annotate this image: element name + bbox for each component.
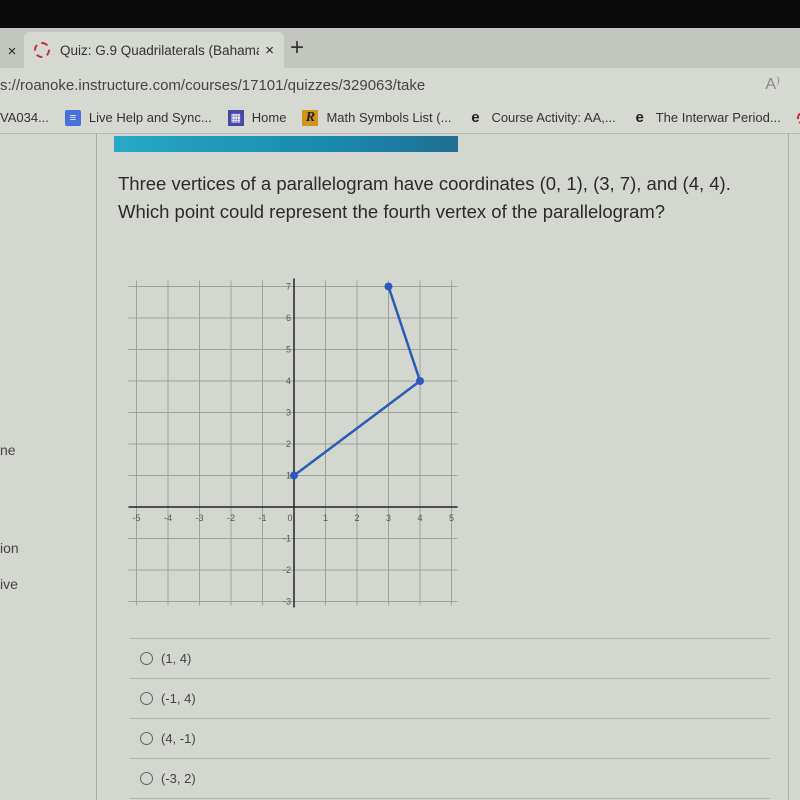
nav-item[interactable]: ion [0,540,19,556]
bookmark-interwar-period[interactable]: e The Interwar Period... [632,109,781,126]
divider [96,134,97,800]
bookmark-live-help[interactable]: ≡ Live Help and Sync... [64,109,212,126]
bookmark-label: VA034... [0,110,49,125]
radio-button[interactable] [140,732,153,745]
bookmark-label: Math Symbols List (... [326,110,452,125]
y-tick-label: 7 [286,282,291,292]
question-line: Which point could represent the fourth v… [118,201,666,222]
radio-button[interactable] [140,652,153,665]
bookmark-label: Live Help and Sync... [88,110,212,125]
bookmark-math-symbols[interactable]: R Math Symbols List (... [302,109,452,126]
y-tick-label: 6 [286,313,291,323]
r-icon: R [302,109,319,126]
bookmark-label: Home [251,110,287,125]
home-icon: ▦ [227,109,244,126]
x-tick-label: 0 [287,513,292,523]
y-tick-label: -1 [283,534,291,544]
y-tick-label: -3 [283,597,291,607]
coordinate-graph: -5 -4 -3 -2 -1 0 1 2 3 4 57654321-1-2-3 [128,278,458,608]
x-tick-label: -4 [164,513,172,523]
question-text: Three vertices of a parallelogram have c… [118,170,778,226]
vertex-point [416,377,424,385]
new-tab-button[interactable]: + [290,34,304,62]
y-tick-label: 4 [286,376,291,386]
x-tick-label: 5 [449,513,454,523]
vertex-point [290,471,298,480]
question-line: Three vertices of a parallelogram have c… [118,173,731,194]
radio-button[interactable] [140,692,153,705]
edge-icon: e [471,109,480,126]
y-tick-label: -2 [283,565,291,575]
close-tab-icon[interactable]: × [265,42,274,59]
x-tick-label: -1 [258,513,266,523]
bookmark-va034[interactable]: VA034... [0,110,49,125]
option-label: (1, 4) [161,651,192,666]
x-tick-label: -5 [132,513,140,523]
bookmark-course-activity[interactable]: e Course Activity: AA,... [467,109,616,126]
active-tab[interactable]: Quiz: G.9 Quadrilaterals (Bahama × [24,32,284,68]
radio-button[interactable] [140,772,153,785]
bookmark-home[interactable]: ▦ Home [227,109,287,126]
nav-item[interactable]: ive [0,576,18,592]
bookmark-label: The Interwar Period... [655,110,781,125]
quiz-page: ne ion ive Three vertices of a parallelo… [0,134,800,800]
bookmark-label: Course Activity: AA,... [491,110,616,125]
prev-tab-close-button[interactable]: × [0,34,24,68]
x-tick-label: 3 [386,513,391,523]
bookmarks-bar: VA034... ≡ Live Help and Sync... ▦ Home … [0,102,800,134]
read-aloud-icon[interactable]: A⁾ [765,74,780,94]
canvas-ring-icon [34,42,50,58]
doc-icon: ≡ [64,109,81,126]
option-divider [130,798,770,799]
url-text[interactable]: s://roanoke.instructure.com/courses/1710… [0,77,425,94]
course-nav: ne ion ive [0,134,96,800]
question-banner [114,136,458,152]
screen: × Quiz: G.9 Quadrilaterals (Bahama × + s… [0,28,800,800]
option-label: (-1, 4) [161,691,196,706]
answer-options: (1, 4) (-1, 4) (4, -1) (-3, 2) [130,638,770,799]
answer-option[interactable]: (-1, 4) [140,679,770,718]
edge-icon: e [635,109,644,126]
x-tick-label: -2 [227,513,235,523]
x-tick-label: -3 [195,513,203,523]
option-label: (4, -1) [161,731,196,746]
x-tick-label: 1 [323,513,328,523]
tab-strip: × Quiz: G.9 Quadrilaterals (Bahama × + [0,28,800,68]
nav-item[interactable]: ne [0,442,16,458]
y-tick-label: 2 [286,439,291,449]
x-tick-label: 4 [417,513,422,523]
vertex-point [384,282,393,291]
y-tick-label: 3 [286,408,291,418]
answer-option[interactable]: (4, -1) [140,719,770,758]
divider [788,134,789,800]
x-tick-label: 2 [354,513,359,523]
answer-option[interactable]: (1, 4) [140,639,770,678]
answer-option[interactable]: (-3, 2) [140,759,770,798]
tab-title: Quiz: G.9 Quadrilaterals (Bahama [60,42,260,58]
address-bar[interactable]: s://roanoke.instructure.com/courses/1710… [0,68,800,102]
y-tick-label: 5 [286,345,291,355]
option-label: (-3, 2) [161,771,196,786]
